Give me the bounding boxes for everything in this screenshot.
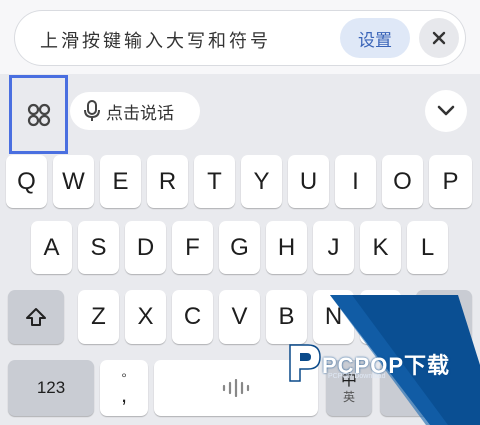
tip-text: 上滑按键输入大写和符号 [40,31,271,52]
key-s[interactable]: S [78,221,119,274]
key-c[interactable]: C [172,290,213,344]
key-q[interactable]: Q [6,155,47,208]
key-t[interactable]: T [194,155,235,208]
shift-icon [26,308,46,326]
key-l[interactable]: L [407,221,448,274]
key-g[interactable]: G [219,221,260,274]
punctuation-bottom: , [120,382,128,407]
microphone-icon [84,100,100,121]
watermark-subtitle: PCPOP Download [328,373,386,380]
key-a[interactable]: A [31,221,72,274]
tip-bar: 上滑按键输入大写和符号 设置 [0,0,480,74]
pcpop-logo-icon [289,344,321,382]
apps-menu-button[interactable] [9,75,68,154]
key-i[interactable]: I [335,155,376,208]
collapse-keyboard-button[interactable] [425,90,467,132]
key-w[interactable]: W [53,155,94,208]
key-v[interactable]: V [219,290,260,344]
key-u[interactable]: U [288,155,329,208]
punctuation-key[interactable]: ° , [100,360,148,416]
key-k[interactable]: K [360,221,401,274]
keyboard-toolbar: 点击说话 [0,74,480,154]
key-y[interactable]: Y [241,155,282,208]
key-b[interactable]: B [266,290,307,344]
key-x[interactable]: X [125,290,166,344]
voice-input-label: 点击说话 [106,103,174,124]
key-d[interactable]: D [125,221,166,274]
waveform-icon [222,379,250,397]
voice-input-button[interactable]: 点击说话 [70,92,200,130]
close-icon [432,31,446,45]
key-h[interactable]: H [266,221,307,274]
settings-button[interactable]: 设置 [340,18,410,58]
key-e[interactable]: E [100,155,141,208]
key-j[interactable]: J [313,221,354,274]
key-r[interactable]: R [147,155,188,208]
key-p[interactable]: P [429,155,472,208]
numbers-key[interactable]: 123 [8,360,94,416]
tip-pill: 上滑按键输入大写和符号 设置 [14,10,466,66]
chevron-down-icon [437,105,455,116]
key-o[interactable]: O [382,155,423,208]
key-z[interactable]: Z [78,290,119,344]
key-f[interactable]: F [172,221,213,274]
shift-key[interactable] [8,290,64,344]
close-tip-button[interactable] [419,18,459,58]
grid-icon [27,103,50,126]
